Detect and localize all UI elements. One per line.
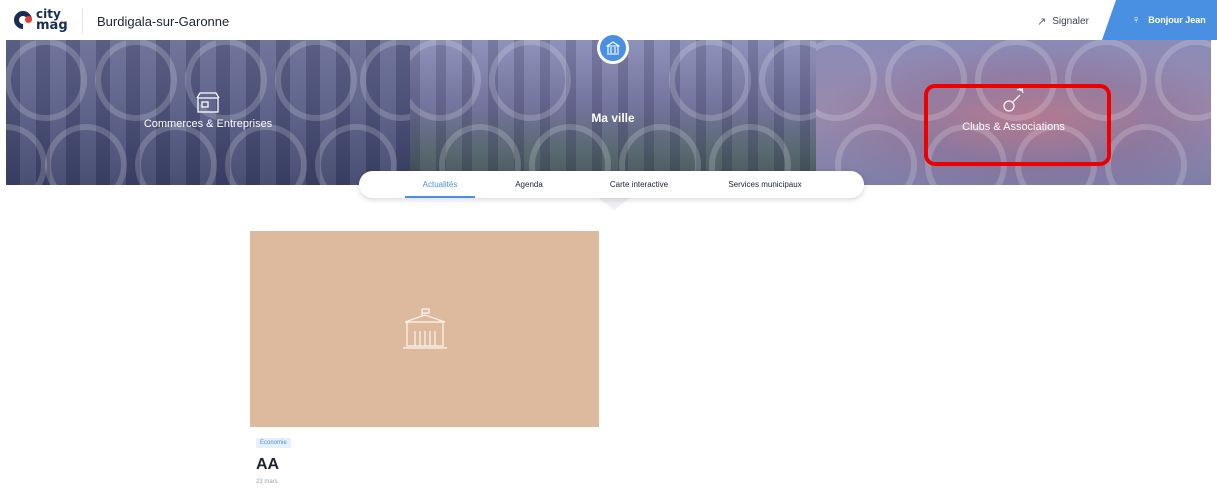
section-tabs: Actualités Agenda Carte interactive Serv… [359, 171, 864, 198]
signal-button[interactable]: ↗ Signaler [1037, 15, 1089, 28]
town-hall-badge [597, 32, 629, 64]
tabs-notch [596, 196, 632, 210]
tab-services-municipaux[interactable]: Services municipaux [719, 171, 811, 198]
megaphone-icon: ↗ [1037, 16, 1047, 28]
shop-icon [196, 92, 220, 113]
news-category-tag[interactable]: Economie [256, 438, 291, 448]
user-icon: ♀ [1132, 14, 1141, 26]
banner-panel-commerces[interactable]: Commerces & Entreprises [6, 40, 410, 185]
citymag-logo[interactable]: city mag [10, 6, 78, 36]
banner-label-ma-ville: Ma ville [591, 111, 635, 125]
news-card-date: 23 mars [256, 479, 278, 485]
banner-label-commerces: Commerces & Entreprises [143, 118, 273, 130]
city-name: Burdigala-sur-Garonne [97, 14, 230, 29]
tab-carte-interactive[interactable]: Carte interactive [599, 171, 679, 198]
signal-label: Signaler [1052, 16, 1089, 27]
town-hall-icon [402, 308, 447, 349]
town-hall-icon [606, 41, 620, 55]
tab-agenda[interactable]: Agenda [509, 171, 549, 198]
news-card-title[interactable]: AA [256, 456, 279, 474]
tab-actualites[interactable]: Actualités [405, 171, 475, 198]
logo-word-mag: mag [36, 18, 68, 33]
highlight-box-clubs [924, 84, 1111, 166]
user-greeting: Bonjour Jean [1148, 15, 1206, 25]
header-divider [82, 8, 83, 34]
news-card-image[interactable] [250, 231, 599, 427]
user-account-button[interactable]: ♀ Bonjour Jean [1102, 0, 1217, 40]
logo-dot [25, 16, 32, 23]
